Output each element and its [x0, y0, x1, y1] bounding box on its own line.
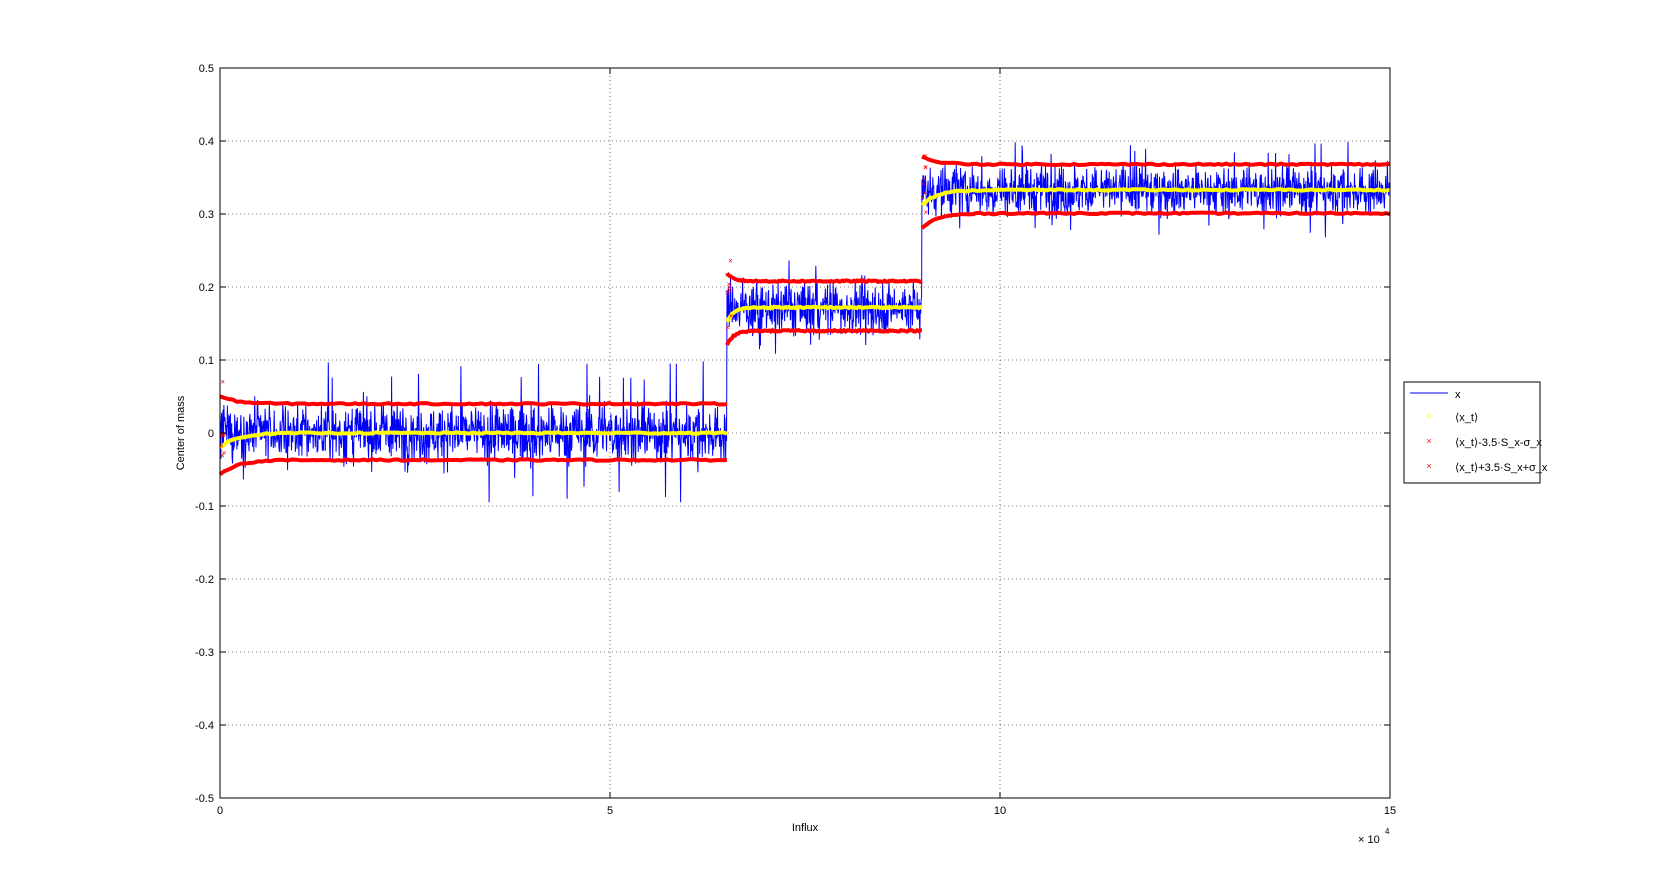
legend-label-lower: ⟨x_t⟩-3.5·S_x-σ_x [1455, 437, 1542, 449]
legend-label-mean: ⟨x_t⟩ [1455, 412, 1478, 424]
transition-marker: × [924, 208, 929, 217]
y-tick-label: 0.3 [199, 209, 214, 221]
transition-marker: × [725, 289, 730, 298]
x-tick-label: 0 [217, 805, 223, 817]
y-tick-label: -0.1 [195, 501, 214, 513]
x-tick-label: 5 [607, 805, 613, 817]
y-tick-label: 0.4 [199, 136, 214, 148]
transition-marker: × [729, 311, 734, 320]
transition-marker: × [725, 271, 730, 280]
y-tick-label: 0.5 [199, 63, 214, 75]
transition-marker: × [222, 449, 227, 458]
figure: × × × × × × × × × × × × × × × × × × × × × × × × -0.5 -0.4 -0.3 -0.… [0, 0, 1680, 883]
y-tick-label: -0.5 [195, 793, 214, 805]
legend-marker-upper: × [1426, 461, 1431, 471]
transition-marker: × [728, 256, 733, 265]
x-tick-label: 10 [994, 805, 1006, 817]
transition-marker: × [920, 194, 925, 203]
transition-marker: × [725, 323, 730, 332]
chart-svg: ×××××××××××××××××××××××× -0.5-0.4-0.3-0.… [175, 63, 1548, 846]
transition-marker: × [220, 378, 225, 387]
x-exponent-label: × 10 [1358, 834, 1380, 846]
transition-marker: × [922, 175, 927, 184]
transition-marker: × [923, 152, 928, 161]
legend-marker-lower: × [1426, 436, 1431, 446]
y-tick-label: -0.2 [195, 574, 214, 586]
y-tick-label: 0 [208, 428, 214, 440]
y-axis-label: Center of mass [175, 395, 187, 470]
legend-label-x: x [1455, 389, 1461, 401]
y-tick-label: 0.1 [199, 355, 214, 367]
legend-label-upper: ⟨x_t⟩+3.5·S_x+σ_x [1455, 462, 1548, 474]
transition-marker: × [221, 430, 226, 439]
x-tick-label: 15 [1384, 805, 1396, 817]
transition-marker: × [923, 163, 928, 172]
y-tick-label: 0.2 [199, 282, 214, 294]
x-axis-label: Influx [792, 822, 819, 834]
legend-marker-mean: × [1426, 411, 1431, 421]
y-tick-label: -0.4 [195, 720, 214, 732]
legend: x × ⟨x_t⟩ × ⟨x_t⟩-3.5·S_x-σ_x × ⟨x_t⟩+3.… [1403, 381, 1548, 484]
x-exponent-power: 4 [1385, 827, 1390, 836]
y-tick-label: -0.3 [195, 647, 214, 659]
